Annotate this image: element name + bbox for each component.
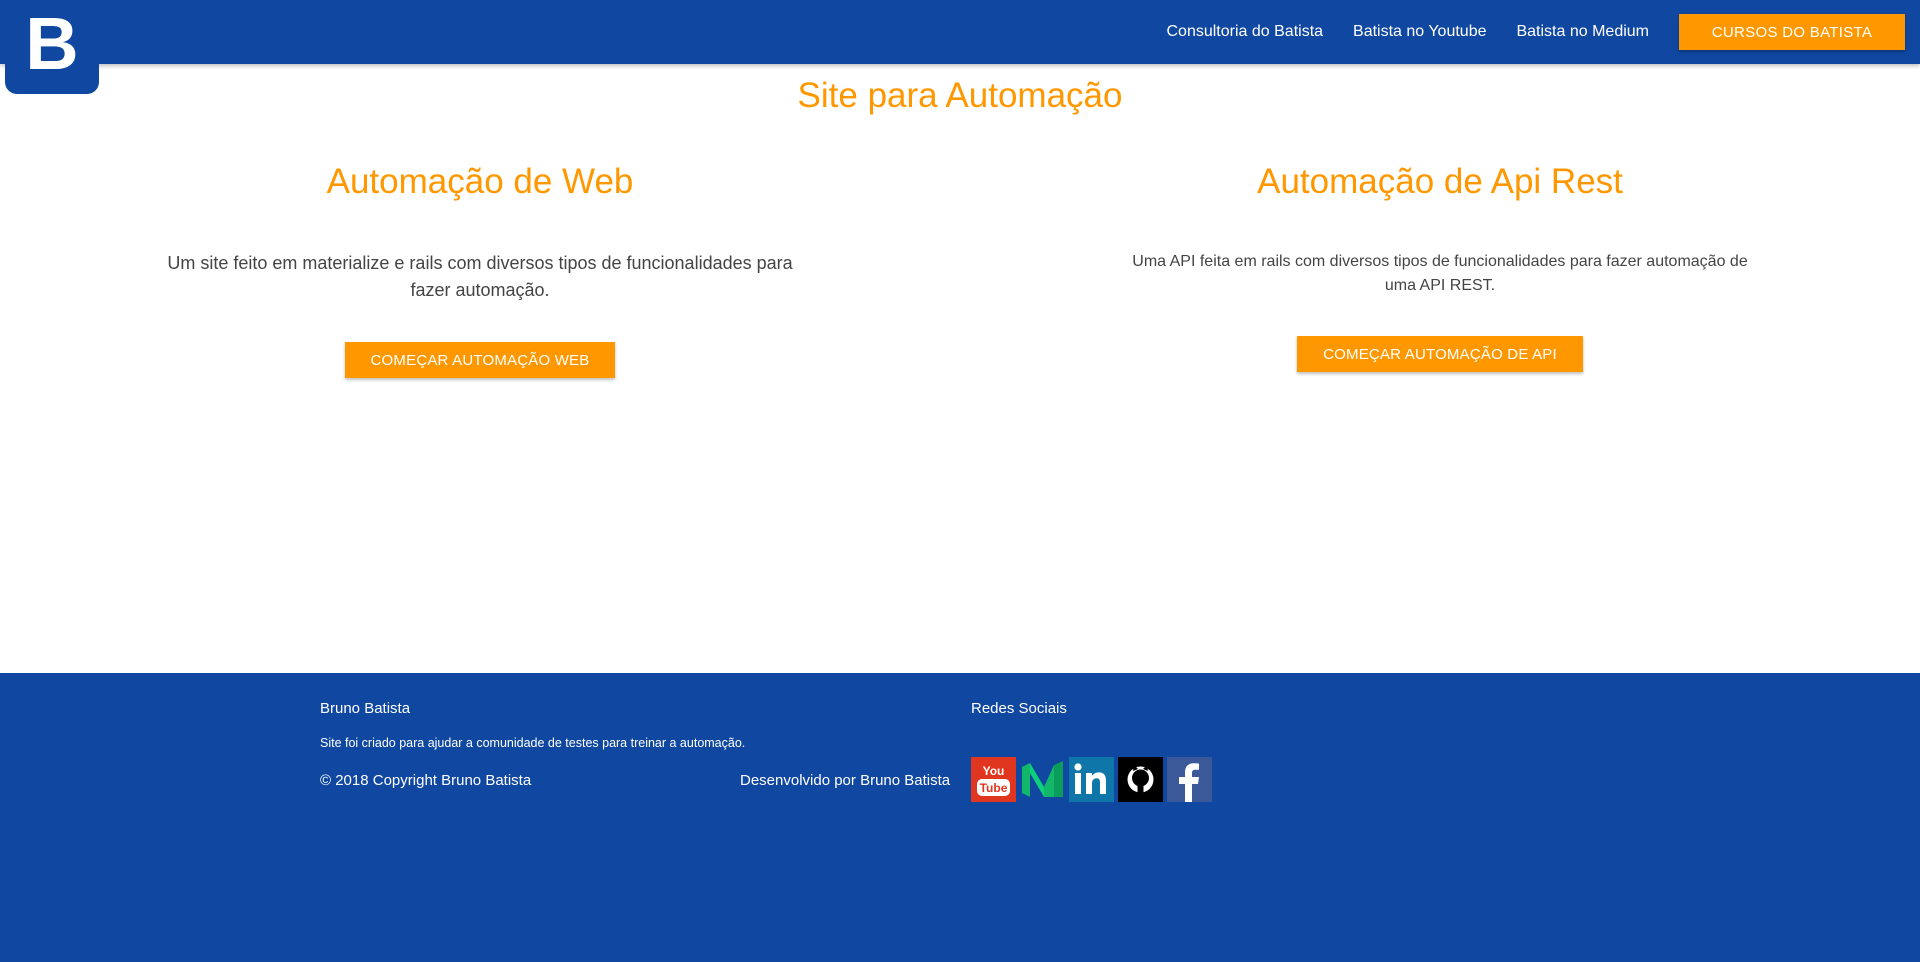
footer-about: Site foi criado para ajudar a comunidade… bbox=[320, 736, 746, 750]
logo-letter: B bbox=[25, 2, 79, 85]
api-automation-heading: Automação de Api Rest bbox=[1257, 162, 1623, 201]
start-web-automation-button[interactable]: COMEÇAR AUTOMAÇÃO WEB bbox=[345, 342, 615, 378]
api-automation-section: Automação de Api Rest Uma API feita em r… bbox=[1100, 158, 1780, 372]
api-automation-description: Uma API feita em rails com diversos tipo… bbox=[1132, 253, 1748, 294]
social-icons: You Tube bbox=[971, 757, 1212, 802]
footer-copyright: © 2018 Copyright Bruno Batista bbox=[320, 772, 532, 789]
footer-developed-by: Desenvolvido por Bruno Batista bbox=[740, 772, 951, 789]
svg-text:You: You bbox=[983, 764, 1005, 778]
start-api-automation-button[interactable]: COMEÇAR AUTOMAÇÃO DE API bbox=[1297, 336, 1583, 372]
footer-social-title: Redes Sociais bbox=[971, 700, 1067, 717]
svg-text:Tube: Tube bbox=[980, 781, 1008, 795]
web-automation-section: Automação de Web Um site feito em materi… bbox=[140, 158, 820, 378]
footer: Bruno Batista Site foi criado para ajuda… bbox=[0, 673, 1920, 962]
facebook-icon[interactable] bbox=[1167, 757, 1212, 802]
linkedin-icon[interactable] bbox=[1069, 757, 1114, 802]
web-automation-description: Um site feito em materialize e rails com… bbox=[167, 253, 793, 300]
logo[interactable]: B bbox=[5, 0, 99, 94]
navbar: Consultoria do Batista Batista no Youtub… bbox=[0, 0, 1920, 64]
page-title: Site para Automação bbox=[797, 76, 1123, 115]
cursos-button[interactable]: CURSOS DO BATISTA bbox=[1679, 14, 1905, 50]
github-icon[interactable] bbox=[1118, 757, 1163, 802]
nav-link-consultoria[interactable]: Consultoria do Batista bbox=[1152, 0, 1339, 64]
nav-link-youtube[interactable]: Batista no Youtube bbox=[1338, 0, 1501, 64]
nav-links: Consultoria do Batista Batista no Youtub… bbox=[1152, 0, 1905, 64]
nav-link-medium[interactable]: Batista no Medium bbox=[1501, 0, 1664, 64]
youtube-icon[interactable]: You Tube bbox=[971, 757, 1016, 802]
web-automation-heading: Automação de Web bbox=[326, 162, 634, 201]
footer-name: Bruno Batista bbox=[320, 700, 411, 717]
medium-icon[interactable] bbox=[1020, 757, 1065, 802]
